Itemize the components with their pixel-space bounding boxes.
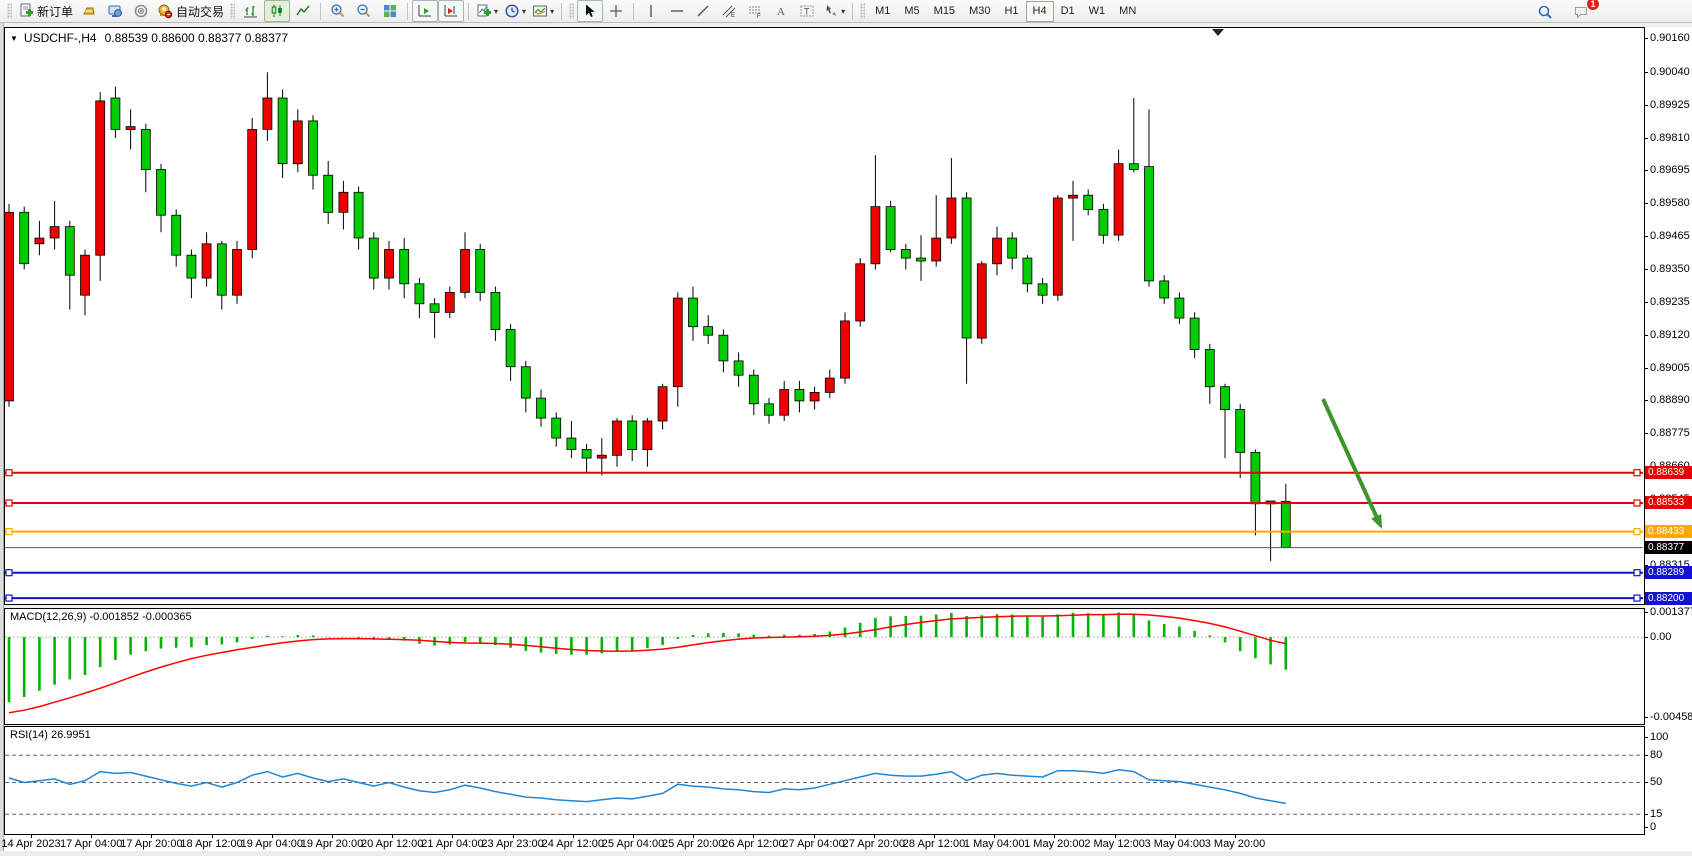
time-axis[interactable] bbox=[4, 835, 1692, 852]
arrow-objects-icon bbox=[823, 3, 839, 19]
vertical-line-icon bbox=[643, 3, 659, 19]
text-label-button[interactable]: T bbox=[794, 0, 820, 22]
crosshair-icon bbox=[608, 3, 624, 19]
indicators-button[interactable]: ▾ bbox=[473, 0, 501, 22]
tile-windows-icon bbox=[382, 3, 398, 19]
candlestick-chart-button[interactable] bbox=[264, 0, 290, 22]
indicators-icon bbox=[476, 3, 492, 19]
vertical-line-button[interactable] bbox=[638, 0, 664, 22]
ohlc-quote-label: 0.88539 0.88600 0.88377 0.88377 bbox=[105, 31, 289, 45]
horizontal-line-icon bbox=[669, 3, 685, 19]
bar-chart-button[interactable] bbox=[238, 0, 264, 22]
template-icon bbox=[532, 3, 548, 19]
notifications-button[interactable]: 1 bbox=[1568, 1, 1594, 23]
terminal-monitor-icon bbox=[107, 3, 123, 19]
gold-button[interactable] bbox=[76, 0, 102, 22]
timeframe-h1[interactable]: H1 bbox=[997, 1, 1025, 22]
auto-scroll-button[interactable] bbox=[412, 0, 438, 22]
svg-text:A: A bbox=[777, 6, 785, 18]
price-chart-panel[interactable] bbox=[4, 27, 1645, 605]
chart-shift-icon bbox=[443, 3, 459, 19]
toolbar-grip[interactable] bbox=[569, 3, 574, 19]
timeframe-d1[interactable]: D1 bbox=[1054, 1, 1082, 22]
periods-caret: ▾ bbox=[522, 7, 526, 16]
zoom-in-button[interactable] bbox=[325, 0, 351, 22]
clock-icon bbox=[504, 3, 520, 19]
trendline-button[interactable] bbox=[690, 0, 716, 22]
toolbar-grip[interactable] bbox=[7, 3, 12, 19]
zoom-out-icon bbox=[356, 3, 372, 19]
svg-text:F: F bbox=[757, 14, 761, 19]
indicators-caret: ▾ bbox=[494, 7, 498, 16]
toolbar-grip[interactable] bbox=[860, 3, 865, 19]
timeframe-mn[interactable]: MN bbox=[1112, 1, 1143, 22]
chart-title-bar: ▼ USDCHF-,H4 0.88539 0.88600 0.88377 0.8… bbox=[10, 31, 288, 45]
timeframe-m1[interactable]: M1 bbox=[868, 1, 897, 22]
search-icon bbox=[1537, 4, 1553, 20]
auto-trading-icon bbox=[157, 3, 173, 19]
auto-scroll-icon bbox=[417, 3, 433, 19]
channel-button[interactable]: E bbox=[716, 0, 742, 22]
text-label-icon: T bbox=[799, 3, 815, 19]
toolbar-right-tools: 1 bbox=[1532, 0, 1594, 23]
new-order-label: 新订单 bbox=[37, 3, 73, 20]
terminal-button[interactable] bbox=[102, 0, 128, 22]
fibonacci-button[interactable]: F bbox=[742, 0, 768, 22]
mt4-terminal: { "toolbar": { "new_order_label": "新订单",… bbox=[0, 0, 1692, 856]
text-icon: A bbox=[773, 3, 789, 19]
timeframe-h4[interactable]: H4 bbox=[1026, 1, 1054, 22]
new-order-button[interactable]: 新订单 bbox=[15, 0, 76, 22]
line-chart-icon bbox=[295, 3, 311, 19]
svg-text:E: E bbox=[731, 13, 735, 19]
chart-shift-button[interactable] bbox=[438, 0, 464, 22]
macd-panel[interactable] bbox=[4, 608, 1645, 725]
arrows-button[interactable]: ▾ bbox=[820, 0, 848, 22]
cursor-button[interactable] bbox=[577, 0, 603, 22]
window-menu-icon[interactable]: ▼ bbox=[10, 34, 18, 43]
templates-caret: ▾ bbox=[550, 7, 554, 16]
tile-windows-button[interactable] bbox=[377, 0, 403, 22]
timeframe-w1[interactable]: W1 bbox=[1082, 1, 1113, 22]
timeframe-m5[interactable]: M5 bbox=[897, 1, 926, 22]
timeframe-m30[interactable]: M30 bbox=[962, 1, 997, 22]
signal-icon bbox=[133, 3, 149, 19]
arrows-caret: ▾ bbox=[841, 7, 845, 16]
templates-button[interactable]: ▾ bbox=[529, 0, 557, 22]
notification-badge: 1 bbox=[1587, 0, 1599, 10]
crosshair-button[interactable] bbox=[603, 0, 629, 22]
status-strip bbox=[0, 851, 1692, 856]
main-toolbar: 新订单 自动交易 ▾ ▾ bbox=[0, 0, 1692, 23]
line-chart-button[interactable] bbox=[290, 0, 316, 22]
fibonacci-icon: F bbox=[747, 3, 763, 19]
cursor-arrow-icon bbox=[582, 3, 598, 19]
timeframe-m15[interactable]: M15 bbox=[927, 1, 962, 22]
zoom-out-button[interactable] bbox=[351, 0, 377, 22]
rsi-indicator-label: RSI(14) 26.9951 bbox=[10, 729, 91, 741]
signals-button[interactable] bbox=[128, 0, 154, 22]
horizontal-line-button[interactable] bbox=[664, 0, 690, 22]
equidistant-channel-icon: E bbox=[721, 3, 737, 19]
candlestick-chart-icon bbox=[269, 3, 285, 19]
auto-trading-label: 自动交易 bbox=[176, 3, 224, 20]
trendline-icon bbox=[695, 3, 711, 19]
auto-trading-button[interactable]: 自动交易 bbox=[154, 0, 227, 22]
bar-chart-icon bbox=[243, 3, 259, 19]
search-button[interactable] bbox=[1532, 1, 1558, 23]
periods-button[interactable]: ▾ bbox=[501, 0, 529, 22]
symbol-period-label: USDCHF-,H4 bbox=[24, 31, 97, 45]
toolbar-grip[interactable] bbox=[230, 3, 235, 19]
new-order-icon bbox=[18, 3, 34, 19]
gold-bar-icon bbox=[81, 3, 97, 19]
text-button[interactable]: A bbox=[768, 0, 794, 22]
rsi-panel[interactable] bbox=[4, 726, 1645, 835]
zoom-in-icon bbox=[330, 3, 346, 19]
price-axis[interactable] bbox=[1645, 27, 1692, 835]
macd-indicator-label: MACD(12,26,9) -0.001852 -0.000365 bbox=[10, 611, 192, 623]
svg-text:T: T bbox=[804, 7, 810, 17]
